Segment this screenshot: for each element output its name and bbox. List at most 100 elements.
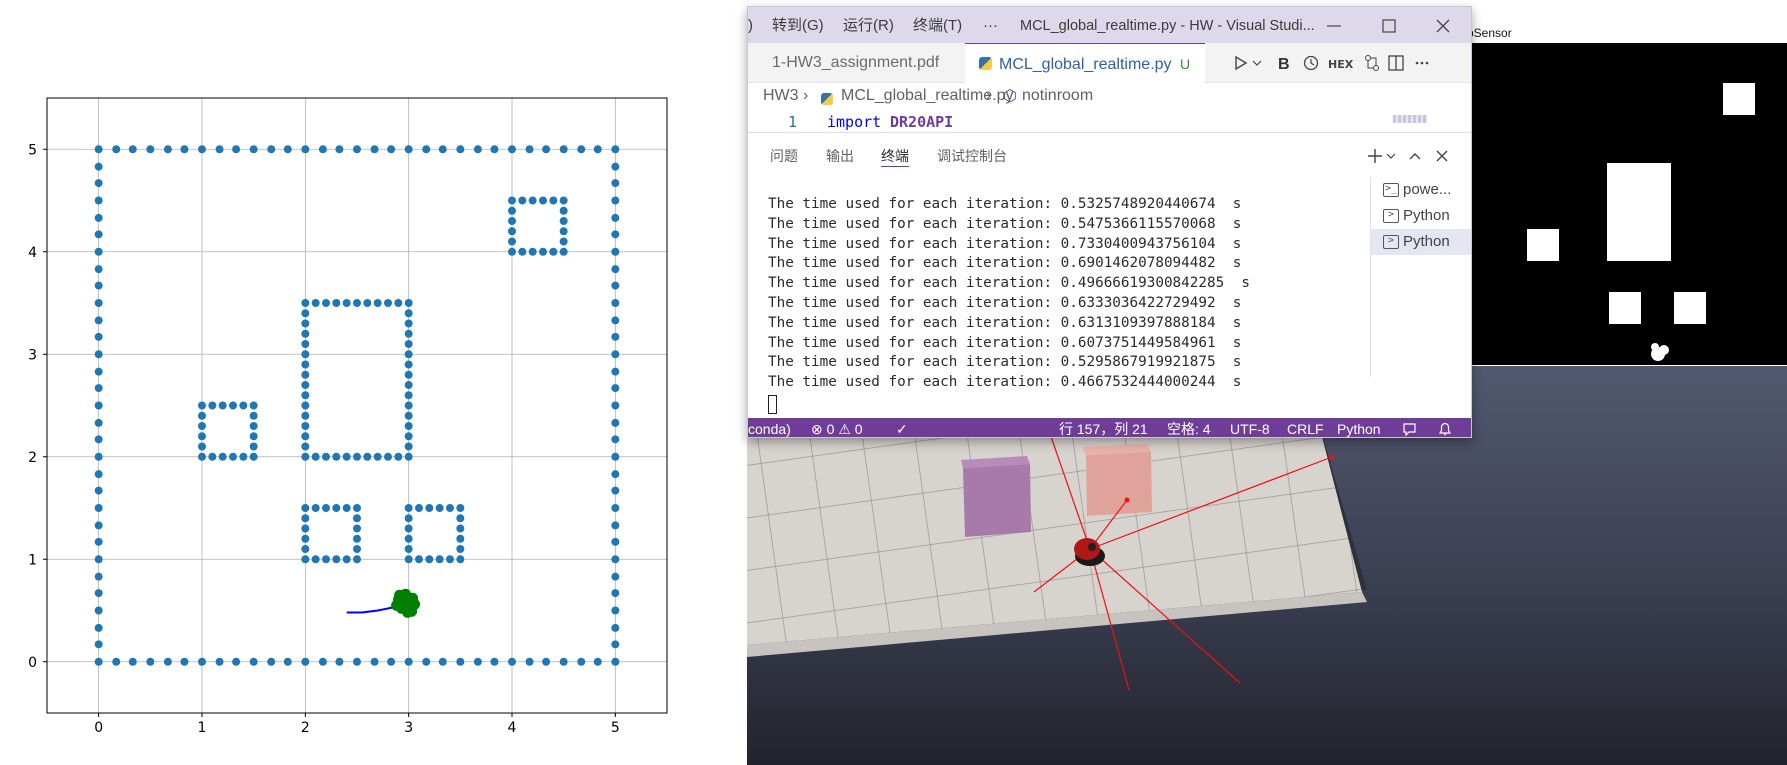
- wall-point: [542, 145, 551, 154]
- y-tick-label: 2: [28, 450, 37, 466]
- tab-debug-console[interactable]: 调试控制台: [937, 145, 1007, 167]
- minimap: [1393, 115, 1427, 123]
- wall-point: [611, 230, 620, 239]
- wall-point: [332, 555, 341, 564]
- sensor-obstacle: [1609, 292, 1641, 324]
- wall-point: [301, 504, 310, 512]
- menu-terminal[interactable]: 终端(T): [913, 16, 962, 36]
- tab-pdf[interactable]: 1-HW3_assignment.pdf: [748, 43, 965, 83]
- tab-mcl-global-realtime[interactable]: MCL_global_realtime.py U ×: [965, 43, 1205, 115]
- chevron-down-icon[interactable]: [1252, 60, 1262, 66]
- map-sensor-window[interactable]: pSensor: [1465, 24, 1787, 366]
- wall-point: [611, 179, 620, 188]
- x-tick-label: 1: [198, 720, 207, 736]
- bell-icon[interactable]: [1437, 418, 1453, 437]
- sensor-window-title: pSensor: [1467, 26, 1512, 40]
- wall-point: [208, 401, 217, 410]
- more-actions-icon[interactable]: [1415, 61, 1429, 65]
- history-icon[interactable]: [1303, 55, 1319, 71]
- y-tick-label: 5: [28, 142, 37, 158]
- menu-more-button[interactable]: ···: [983, 16, 998, 36]
- wall-point: [94, 486, 103, 495]
- wall-point: [249, 145, 258, 154]
- terminal-list-item-python[interactable]: > Python: [1371, 203, 1471, 229]
- wall-point: [394, 452, 403, 461]
- check-icon[interactable]: ✓: [896, 418, 908, 437]
- wall-point: [353, 504, 361, 512]
- wall-point: [342, 555, 351, 564]
- hex-icon[interactable]: HEX: [1328, 58, 1354, 71]
- wall-point: [322, 452, 330, 461]
- wall-point: [415, 555, 423, 564]
- wall-point: [404, 360, 413, 369]
- status-encoding[interactable]: UTF-8: [1230, 418, 1270, 437]
- wall-point: [559, 217, 568, 225]
- wall-point: [435, 555, 444, 564]
- menu-item-partial[interactable]: ): [748, 16, 753, 36]
- wall-point: [404, 534, 413, 543]
- wall-point: [198, 432, 206, 441]
- run-icon[interactable]: [1235, 55, 1248, 71]
- breadcrumb-symbol[interactable]: notinroom: [1022, 87, 1093, 105]
- close-panel-icon[interactable]: [1436, 150, 1448, 162]
- wall-point: [301, 422, 310, 430]
- minimize-icon[interactable]: [1326, 16, 1342, 36]
- wall-point: [94, 247, 103, 256]
- tab-problems[interactable]: 问题: [770, 145, 798, 167]
- wall-point: [363, 452, 372, 461]
- wall-point: [215, 145, 224, 154]
- chevron-down-icon[interactable]: [1386, 153, 1396, 159]
- wall-point: [94, 470, 103, 479]
- wall-point: [611, 486, 620, 495]
- vscode-window[interactable]: ) 转到(G) 运行(R) 终端(T) ··· MCL_global_realt…: [747, 6, 1472, 438]
- wall-point: [249, 422, 258, 430]
- terminal-list-item-python-active[interactable]: > Python: [1371, 229, 1471, 255]
- chevron-up-icon[interactable]: [1409, 153, 1421, 160]
- vscode-title-bar: ) 转到(G) 运行(R) 终端(T) ··· MCL_global_realt…: [748, 7, 1471, 43]
- bottom-panel: 问题 输出 终端 调试控制台 The time used for each it…: [748, 132, 1471, 418]
- feedback-icon[interactable]: [1402, 418, 1418, 437]
- wall-point: [404, 145, 413, 154]
- status-indent[interactable]: 空格: 4: [1167, 418, 1211, 437]
- wall-point: [559, 227, 568, 236]
- wall-point: [94, 230, 103, 239]
- wall-point: [112, 657, 121, 666]
- wall-point: [611, 623, 620, 632]
- tab-label: 1-HW3_assignment.pdf: [772, 54, 940, 71]
- wall-point: [456, 514, 465, 523]
- menu-goto[interactable]: 转到(G): [772, 16, 824, 36]
- status-env[interactable]: conda): [748, 418, 791, 437]
- terminal-list-item-powershell[interactable]: >_ powe...: [1371, 177, 1471, 203]
- wall-point: [94, 350, 103, 359]
- wall-point: [456, 145, 465, 154]
- compare-icon[interactable]: [1365, 55, 1379, 71]
- wall-point: [456, 545, 465, 553]
- add-terminal-icon[interactable]: [1368, 149, 1382, 163]
- terminal-output[interactable]: The time used for each iteration: 0.5325…: [768, 195, 1250, 393]
- panel-actions: [1368, 149, 1448, 163]
- wall-point: [301, 411, 310, 420]
- breadcrumb-folder[interactable]: HW3: [763, 87, 799, 105]
- wall-point: [404, 411, 413, 420]
- wall-point: [549, 196, 558, 205]
- wall-point: [611, 213, 620, 222]
- terminal-line: The time used for each iteration: 0.5295…: [768, 354, 1242, 371]
- terminal-icon: >_: [1383, 183, 1399, 197]
- tab-terminal[interactable]: 终端: [881, 145, 909, 167]
- bold-icon[interactable]: B: [1278, 56, 1290, 73]
- editor-code-area[interactable]: 1 import DR20API: [748, 113, 1471, 132]
- close-window-icon[interactable]: [1435, 16, 1451, 36]
- wall-point: [342, 452, 351, 461]
- status-eol[interactable]: CRLF: [1287, 418, 1324, 437]
- tab-output[interactable]: 输出: [826, 145, 854, 167]
- menu-run[interactable]: 运行(R): [843, 16, 894, 36]
- terminal-line: The time used for each iteration: 0.7330…: [768, 235, 1242, 252]
- status-problems[interactable]: ⊗ 0 ⚠ 0: [811, 418, 863, 437]
- wall-point: [404, 514, 413, 523]
- status-language[interactable]: Python: [1337, 418, 1381, 437]
- wall-point: [611, 145, 620, 154]
- wall-point: [128, 657, 137, 666]
- status-position[interactable]: 行 157，列 21: [1059, 418, 1148, 437]
- split-editor-icon[interactable]: [1388, 55, 1404, 71]
- maximize-icon[interactable]: [1381, 16, 1397, 36]
